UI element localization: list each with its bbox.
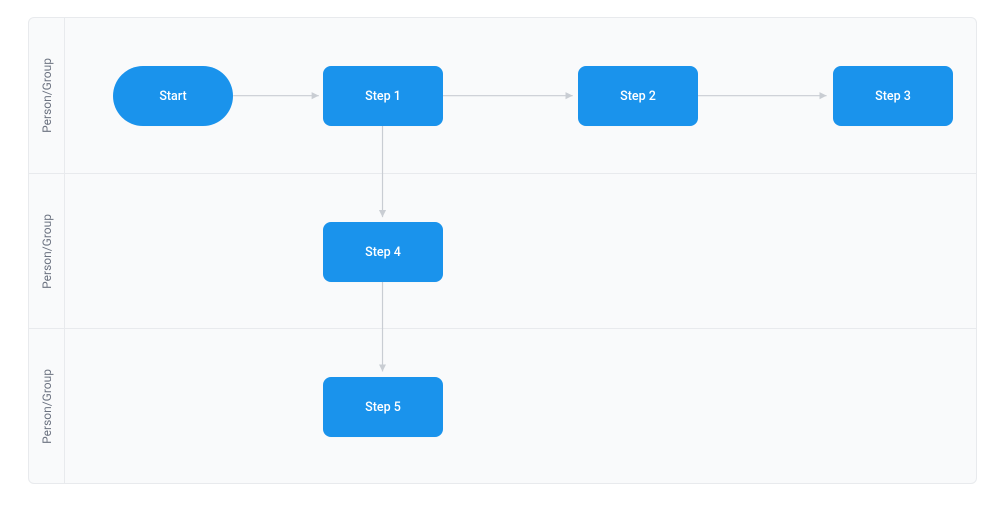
node-step-3[interactable]: Step 3	[833, 66, 953, 126]
node-step-1-label: Step 1	[365, 89, 401, 104]
lane-3-label-text: Person/Group	[40, 369, 54, 444]
lane-1-label: Person/Group	[29, 18, 65, 173]
node-step-1[interactable]: Step 1	[323, 66, 443, 126]
node-step-2-label: Step 2	[620, 89, 656, 104]
node-step-5[interactable]: Step 5	[323, 377, 443, 437]
lane-2-label-text: Person/Group	[40, 214, 54, 289]
node-step-4-label: Step 4	[365, 245, 401, 260]
node-step-3-label: Step 3	[875, 89, 911, 104]
node-step-5-label: Step 5	[365, 400, 401, 415]
lane-2-label: Person/Group	[29, 174, 65, 328]
node-step-4[interactable]: Step 4	[323, 222, 443, 282]
lane-2: Person/Group	[29, 174, 976, 329]
node-start-label: Start	[159, 89, 186, 104]
lane-1-label-text: Person/Group	[40, 58, 54, 133]
lane-3: Person/Group	[29, 329, 976, 484]
lane-3-label: Person/Group	[29, 329, 65, 484]
node-start[interactable]: Start	[113, 66, 233, 126]
swimlane-diagram: Person/Group Person/Group Person/Group	[28, 17, 977, 484]
node-step-2[interactable]: Step 2	[578, 66, 698, 126]
